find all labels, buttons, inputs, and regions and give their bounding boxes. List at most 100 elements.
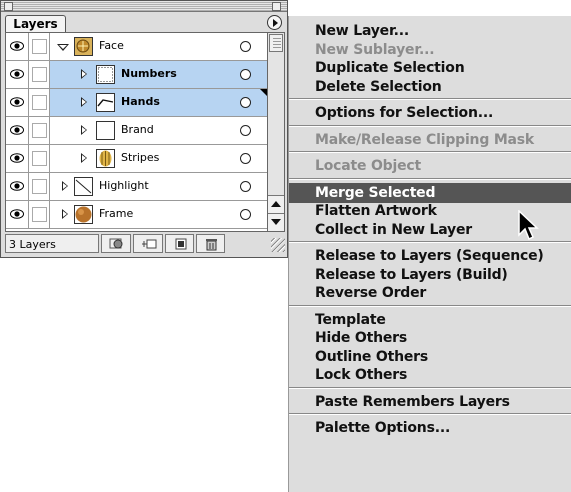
layer-name: Highlight: [99, 179, 149, 192]
lock-box: [32, 179, 47, 194]
menu-item[interactable]: Outline Others: [289, 347, 571, 367]
menu-item[interactable]: Release to Layers (Build): [289, 265, 571, 285]
vertical-scrollbar[interactable]: [268, 32, 285, 232]
palette-bottom-bar: 3 Layers: [5, 234, 285, 255]
disclosure-triangle-icon[interactable]: [81, 125, 88, 135]
eye-icon: [10, 209, 24, 219]
layer-row[interactable]: Hands: [6, 89, 267, 117]
menu-item[interactable]: Lock Others: [289, 365, 571, 385]
disclosure-triangle-icon[interactable]: [81, 97, 88, 107]
new-sublayer-icon: [142, 239, 157, 249]
make-clipping-mask-button[interactable]: [101, 234, 131, 253]
disclosure-triangle-icon[interactable]: [62, 209, 69, 219]
layers-palette: Layers Face Numbers Hands Brand Stripes Highl…: [0, 0, 288, 258]
menu-separator: [289, 386, 571, 389]
menu-item[interactable]: Palette Options...: [289, 418, 571, 438]
menu-item[interactable]: Delete Selection: [289, 77, 571, 97]
scroll-up-arrow[interactable]: [268, 195, 284, 213]
lock-toggle[interactable]: [29, 173, 50, 200]
scroll-down-arrow[interactable]: [268, 213, 284, 231]
target-circle-icon[interactable]: [240, 69, 251, 80]
disclosure-triangle-icon[interactable]: [81, 69, 88, 79]
new-sublayer-button[interactable]: [133, 234, 163, 253]
lock-box: [32, 207, 47, 222]
lock-box: [32, 151, 47, 166]
layer-name: Stripes: [121, 151, 160, 164]
eye-icon: [10, 41, 24, 51]
target-circle-icon[interactable]: [240, 41, 251, 52]
lock-toggle[interactable]: [29, 117, 50, 144]
layers-tab[interactable]: Layers: [5, 15, 66, 32]
highlight-thumb: [74, 177, 93, 196]
menu-separator: [289, 304, 571, 307]
menu-item[interactable]: Release to Layers (Sequence): [289, 246, 571, 266]
layer-name-area[interactable]: Numbers: [50, 61, 267, 88]
palette-title-bar[interactable]: [1, 1, 287, 12]
layer-name: Numbers: [121, 67, 177, 80]
palette-tab-strip: Layers: [1, 12, 287, 32]
visibility-toggle[interactable]: [6, 89, 29, 116]
lock-box: [32, 95, 47, 110]
layer-name-area[interactable]: Stripes: [50, 145, 267, 172]
menu-separator: [289, 98, 571, 100]
visibility-toggle[interactable]: [6, 201, 29, 228]
disclosure-triangle-icon[interactable]: [81, 153, 88, 163]
delete-layer-button[interactable]: [196, 234, 225, 253]
layer-name-area[interactable]: Highlight: [50, 173, 267, 200]
palette-flyout-menu: New Layer... New Sublayer... Duplicate Sel…: [288, 16, 571, 492]
menu-item[interactable]: Reverse Order: [289, 283, 571, 303]
layer-row[interactable]: Face: [6, 33, 267, 61]
layer-row[interactable]: Brand: [6, 117, 267, 145]
target-circle-icon[interactable]: [240, 125, 251, 136]
palette-menu-button[interactable]: [267, 15, 282, 30]
selection-indicator: [260, 89, 267, 96]
layer-name-area[interactable]: Hands: [50, 89, 267, 116]
disclosure-triangle-expanded-icon[interactable]: [57, 44, 69, 51]
menu-item[interactable]: New Layer...: [289, 21, 571, 41]
menu-separator: [289, 177, 571, 180]
menu-item[interactable]: Options for Selection...: [289, 103, 571, 123]
brand-thumb: [96, 121, 115, 140]
new-layer-button[interactable]: [165, 234, 194, 253]
target-circle-icon[interactable]: [240, 209, 251, 220]
menu-separator: [289, 124, 571, 127]
lock-toggle[interactable]: [29, 33, 50, 60]
lock-toggle[interactable]: [29, 61, 50, 88]
layer-name: Face: [99, 39, 124, 52]
layer-row[interactable]: Numbers: [6, 61, 267, 89]
layer-name-area[interactable]: Face: [50, 33, 267, 60]
visibility-toggle[interactable]: [6, 33, 29, 60]
zoom-box[interactable]: [272, 2, 281, 11]
lock-toggle[interactable]: [29, 201, 50, 228]
layer-row[interactable]: Frame: [6, 201, 267, 229]
menu-separator: [289, 413, 571, 415]
visibility-toggle[interactable]: [6, 61, 29, 88]
lock-toggle[interactable]: [29, 89, 50, 116]
menu-item[interactable]: Template: [289, 310, 571, 330]
layer-name-area[interactable]: Frame: [50, 201, 267, 228]
scroll-thumb[interactable]: [269, 34, 283, 52]
menu-item[interactable]: Merge Selected: [289, 182, 571, 203]
disclosure-triangle-icon[interactable]: [62, 181, 69, 191]
menu-item[interactable]: Hide Others: [289, 328, 571, 348]
layer-name-area[interactable]: Brand: [50, 117, 267, 144]
menu-separator: [289, 151, 571, 153]
target-circle-icon[interactable]: [240, 153, 251, 164]
lock-toggle[interactable]: [29, 145, 50, 172]
target-circle-icon[interactable]: [240, 181, 251, 192]
menu-item[interactable]: Paste Remembers Layers: [289, 392, 571, 412]
target-circle-icon[interactable]: [240, 97, 251, 108]
resize-grip[interactable]: [271, 238, 285, 252]
close-box[interactable]: [4, 2, 13, 11]
menu-item[interactable]: Duplicate Selection: [289, 58, 571, 78]
new-layer-icon: [175, 238, 187, 250]
face-thumb: [74, 37, 93, 56]
lock-box: [32, 39, 47, 54]
layer-row[interactable]: Highlight: [6, 173, 267, 201]
layer-count-label: 3 Layers: [5, 234, 99, 253]
visibility-toggle[interactable]: [6, 173, 29, 200]
trash-icon: [206, 239, 217, 251]
layer-row[interactable]: Stripes: [6, 145, 267, 173]
visibility-toggle[interactable]: [6, 145, 29, 172]
visibility-toggle[interactable]: [6, 117, 29, 144]
